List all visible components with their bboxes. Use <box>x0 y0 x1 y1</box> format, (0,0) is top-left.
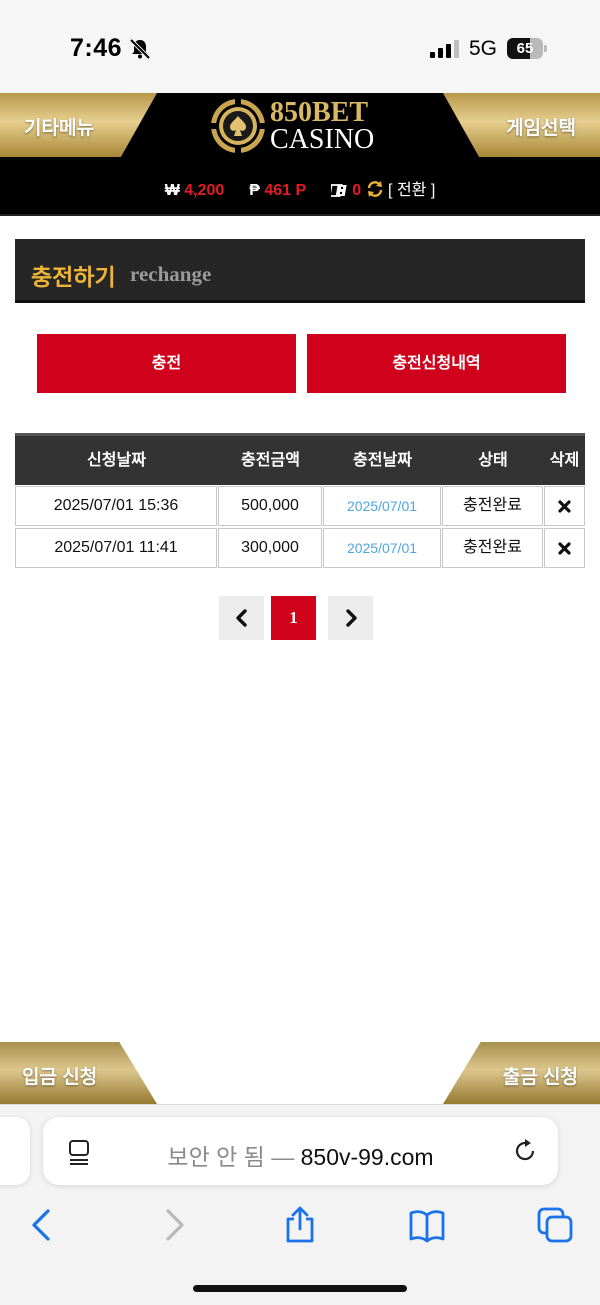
section-title: 충전하기 rechange <box>15 239 585 303</box>
header-amount: 충전금액 <box>241 452 300 469</box>
browser-toolbar: 보안 안 됨 — 850v-99.com <box>0 1104 600 1305</box>
forward-icon[interactable] <box>154 1205 194 1245</box>
charge-button[interactable]: 충전 <box>37 334 296 393</box>
home-indicator <box>193 1285 407 1292</box>
next-page-button[interactable] <box>328 596 373 640</box>
reload-icon[interactable] <box>512 1138 538 1164</box>
network-label: 5G <box>469 37 498 60</box>
delete-x-icon[interactable] <box>558 500 571 513</box>
chevron-right-icon[interactable] <box>344 609 358 627</box>
chevron-left-icon[interactable] <box>235 609 249 627</box>
security-warning: 보안 안 됨 — <box>167 1144 301 1170</box>
signal-icon <box>430 40 459 58</box>
url-host: 850v-99.com <box>300 1144 434 1170</box>
cell-request-date: 2025/07/01 11:41 <box>15 528 217 568</box>
game-select-label[interactable]: 게임선택 <box>506 113 576 140</box>
bell-muted-icon <box>129 38 151 60</box>
header-request-date: 신청날짜 <box>87 452 146 469</box>
battery-percent: 65 <box>516 40 534 57</box>
table-header: 신청날짜 충전금액 충전날짜 상태 삭제 <box>15 433 585 485</box>
cell-charge-date: 2025/07/01 <box>323 528 441 568</box>
cell-status: 충전완료 <box>442 486 543 526</box>
cell-amount: 500,000 <box>218 486 322 526</box>
convert-link[interactable]: [ 전환 ] <box>388 182 435 199</box>
balance-bar: ₩ 4,200 ₱ 461 P 0 [ 전환 ] <box>0 157 600 216</box>
casino-logo[interactable]: 850BET CASINO <box>210 95 390 155</box>
delete-button[interactable] <box>544 486 585 526</box>
header-status: 상태 <box>478 452 508 469</box>
charge-history-table: 신청날짜 충전금액 충전날짜 상태 삭제 2025/07/01 15:36 50… <box>15 433 585 569</box>
other-menu-label[interactable]: 기타메뉴 <box>24 113 94 140</box>
prev-page-button[interactable] <box>219 596 264 640</box>
section-title-korean: 충전하기 <box>31 264 116 290</box>
cell-charge-date: 2025/07/01 <box>323 486 441 526</box>
point-icon: ₱ <box>249 182 260 199</box>
header-charge-date: 충전날짜 <box>353 452 412 469</box>
site-header: 기타메뉴 게임선택 850BET CASINO <box>0 93 600 157</box>
delete-x-icon[interactable] <box>558 542 571 555</box>
bookmarks-icon[interactable] <box>407 1205 447 1245</box>
table-row: 2025/07/01 15:36 500,000 2025/07/01 충전완료 <box>15 485 585 527</box>
header-delete: 삭제 <box>549 452 580 469</box>
cell-amount: 300,000 <box>218 528 322 568</box>
battery-icon: 65 <box>507 38 547 59</box>
pagination: 1 <box>0 596 600 640</box>
delete-button[interactable] <box>544 528 585 568</box>
address-bar[interactable]: 보안 안 됨 — 850v-99.com <box>43 1117 558 1185</box>
deposit-request-label[interactable]: 입금 신청 <box>22 1062 97 1089</box>
back-icon[interactable] <box>22 1205 62 1245</box>
share-icon[interactable] <box>280 1205 320 1245</box>
point-balance: 461 P <box>264 182 306 199</box>
won-icon: ₩ <box>164 182 180 199</box>
url-display[interactable]: 보안 안 됨 — 850v-99.com <box>43 1138 558 1172</box>
charge-history-button[interactable]: 충전신청내역 <box>307 334 566 393</box>
section-title-english: rechange <box>130 262 212 286</box>
status-time: 7:46 <box>70 34 123 62</box>
tabs-icon[interactable] <box>535 1205 575 1245</box>
logo-text-bottom: CASINO <box>270 124 375 155</box>
chip-balance: 0 <box>352 182 362 199</box>
deposit-request-button[interactable]: 입금 신청 <box>0 1042 157 1104</box>
cell-request-date: 2025/07/01 15:36 <box>15 486 217 526</box>
table-row: 2025/07/01 11:41 300,000 2025/07/01 충전완료 <box>15 527 585 569</box>
withdraw-request-button[interactable]: 출금 신청 <box>443 1042 600 1104</box>
cell-status: 충전완료 <box>442 528 543 568</box>
poker-chip-icon <box>211 99 265 153</box>
page-1-button[interactable]: 1 <box>271 596 316 640</box>
refresh-icon[interactable] <box>366 180 384 198</box>
status-bar: 7:46 5G 65 <box>0 0 600 93</box>
chip-icon <box>330 184 347 197</box>
won-balance: 4,200 <box>184 182 225 199</box>
previous-tab-peek[interactable] <box>0 1117 30 1185</box>
page: 7:46 5G 65 기타메뉴 게임선택 850BET CASINO ₩ 4,2… <box>0 0 600 1305</box>
withdraw-request-label[interactable]: 출금 신청 <box>503 1062 578 1089</box>
